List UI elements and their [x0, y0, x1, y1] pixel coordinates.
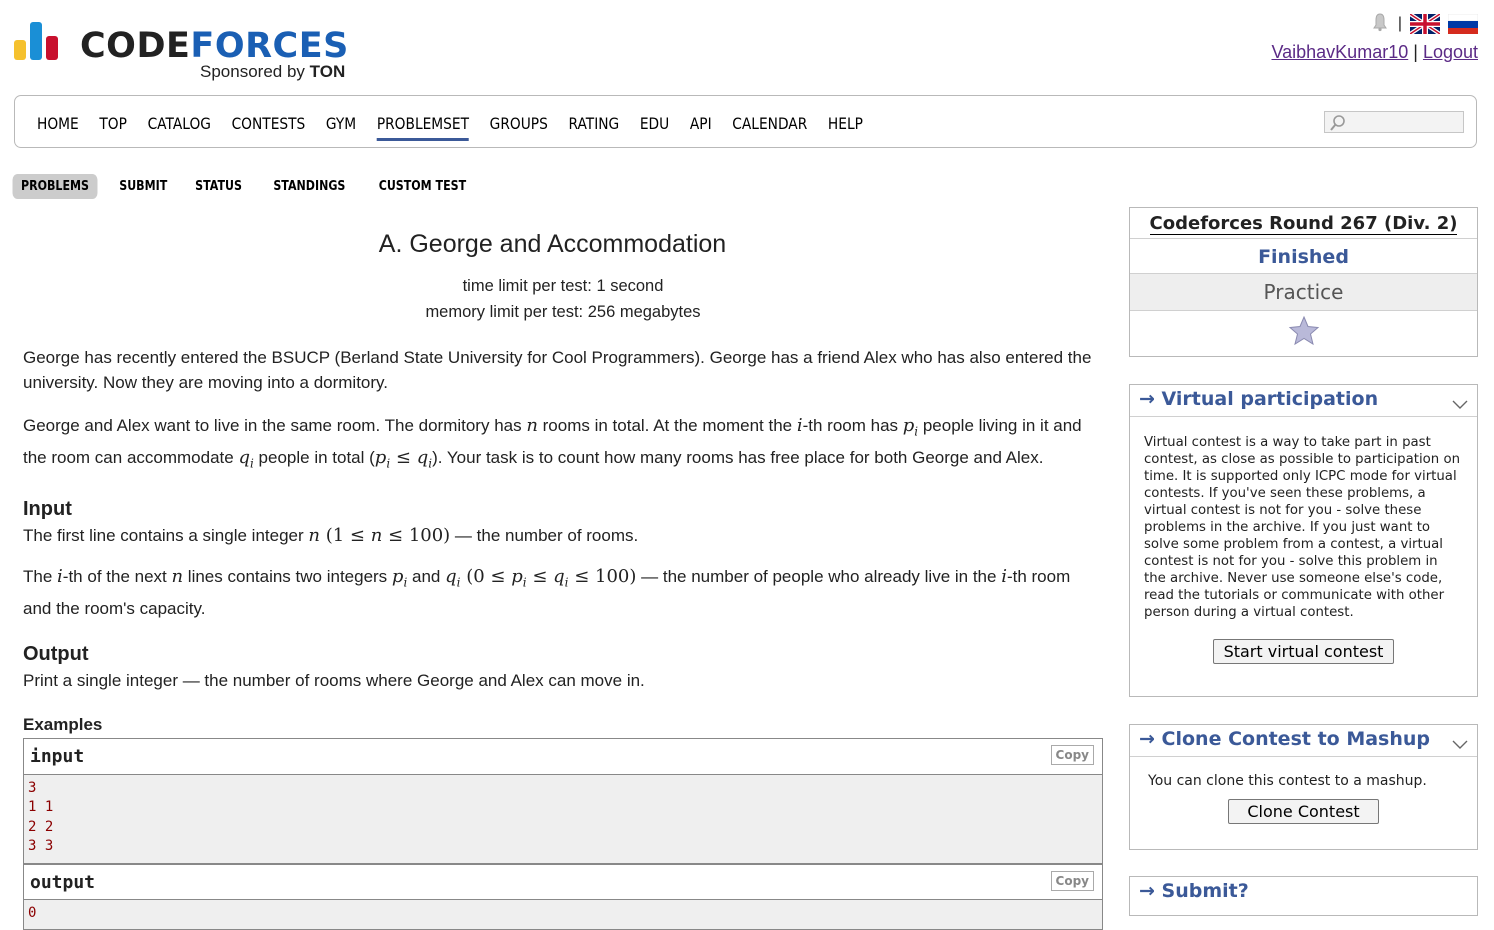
main-menu: HOME TOP CATALOG CONTESTS GYM PROBLEMSET…: [14, 95, 1477, 148]
problemset-subtabs: PROBLEMS SUBMIT STATUS STANDINGS CUSTOM …: [5, 174, 484, 199]
bell-icon[interactable]: [1370, 12, 1390, 37]
sample-input-line: 3: [28, 779, 37, 796]
header-user-area: | VaibhavKumar10 | Logout: [1271, 12, 1479, 63]
menu-item-groups[interactable]: GROUPS: [490, 114, 548, 141]
tab-custom-test[interactable]: CUSTOM TEST: [370, 174, 474, 199]
logo-sponsor: Sponsored by TON: [200, 62, 346, 81]
virtual-participation-text: Virtual contest is a way to take part in…: [1144, 435, 1461, 620]
sample-input-content: 3 1 1 2 2 3 3: [24, 774, 1102, 863]
menu-item-contests[interactable]: CONTESTS: [232, 114, 306, 141]
clone-contest-button[interactable]: Clone Contest: [1228, 799, 1379, 824]
submit-box-title: → Submit?: [1139, 880, 1249, 902]
tab-standings[interactable]: STANDINGS: [264, 174, 353, 199]
menu-item-problemset[interactable]: PROBLEMSET: [376, 114, 470, 141]
search-icon: [1329, 114, 1347, 137]
menu-item-gym[interactable]: GYM: [326, 114, 356, 141]
contest-info-box: Codeforces Round 267 (Div. 2) Finished P…: [1129, 207, 1478, 357]
sample-output-block: output Copy 0: [23, 863, 1103, 930]
contest-status: Finished: [1130, 239, 1477, 274]
tab-problems[interactable]: PROBLEMS: [12, 174, 98, 199]
problem-title: A. George and Accommodation: [378, 230, 727, 258]
sample-output-label: output: [30, 871, 96, 893]
sample-input-line: 1 1: [28, 799, 54, 816]
virtual-participation-title: → Virtual participation: [1139, 388, 1379, 410]
russian-flag-icon[interactable]: [1447, 13, 1479, 34]
statement-paragraph-1: George has recently entered the BSUCP (B…: [23, 348, 1092, 392]
input-paragraph-2: The i-th of the next n lines contains tw…: [23, 566, 1071, 618]
output-section-title: Output: [23, 642, 89, 665]
sample-output-line: 0: [28, 904, 37, 921]
header-separator: |: [1413, 42, 1418, 62]
menu-item-api[interactable]: API: [690, 114, 712, 141]
contest-mode: Practice: [1130, 274, 1477, 311]
virtual-participation-box: → Virtual participation Virtual contest …: [1129, 384, 1478, 697]
username-link[interactable]: VaibhavKumar10: [1271, 42, 1408, 62]
sample-input-label: input: [30, 745, 85, 767]
logo-wordmark: CODEFORCES: [80, 26, 349, 66]
copy-output-button[interactable]: Copy: [1050, 870, 1094, 891]
contest-title-link[interactable]: Codeforces Round 267 (Div. 2): [1149, 213, 1458, 235]
memory-limit: memory limit per test: 256 megabytes: [425, 303, 701, 321]
sample-input-line: 3 3: [28, 838, 54, 855]
menu-item-rating[interactable]: RATING: [568, 114, 619, 141]
output-paragraph: Print a single integer — the number of r…: [23, 670, 645, 690]
problem-statement: A. George and Accommodation time limit p…: [23, 230, 1103, 930]
time-limit: time limit per test: 1 second: [462, 277, 664, 295]
statement-paragraph-2: George and Alex want to live in the same…: [23, 415, 1082, 471]
tab-submit[interactable]: SUBMIT: [111, 174, 176, 199]
menu-item-edu[interactable]: EDU: [640, 114, 669, 141]
sample-input-block: input Copy 3 1 1 2 2 3 3: [23, 737, 1103, 864]
menu-item-calendar[interactable]: CALENDAR: [732, 114, 807, 141]
search-input[interactable]: [1324, 111, 1464, 133]
menu-item-top[interactable]: TOP: [99, 114, 127, 141]
menu-item-help[interactable]: HELP: [828, 114, 863, 141]
input-paragraph-1: The first line contains a single integer…: [23, 525, 639, 547]
sample-output-content: 0: [24, 899, 1102, 930]
examples-title: Examples: [23, 714, 103, 734]
menu-item-home[interactable]: HOME: [37, 114, 79, 141]
copy-input-button[interactable]: Copy: [1050, 744, 1094, 765]
submit-box: → Submit?: [1129, 876, 1478, 916]
english-flag-icon[interactable]: [1408, 12, 1442, 36]
tab-status[interactable]: STATUS: [187, 174, 251, 199]
header-separator: |: [1397, 15, 1402, 32]
clone-contest-box: → Clone Contest to Mashup You can clone …: [1129, 724, 1478, 850]
menu-item-catalog[interactable]: CATALOG: [148, 114, 211, 141]
logo-bars-icon: [14, 18, 66, 62]
chevron-down-icon[interactable]: [1451, 733, 1469, 755]
input-section-title: Input: [23, 498, 72, 521]
logout-link[interactable]: Logout: [1423, 42, 1478, 62]
clone-contest-title: → Clone Contest to Mashup: [1139, 728, 1431, 750]
clone-contest-text: You can clone this contest to a mashup.: [1148, 773, 1427, 789]
problem-limits: time limit per test: 1 second memory lim…: [23, 273, 1103, 325]
star-icon[interactable]: [1288, 315, 1320, 351]
sample-input-line: 2 2: [28, 818, 54, 835]
start-virtual-contest-button[interactable]: Start virtual contest: [1212, 639, 1395, 664]
chevron-down-icon[interactable]: [1451, 393, 1469, 415]
